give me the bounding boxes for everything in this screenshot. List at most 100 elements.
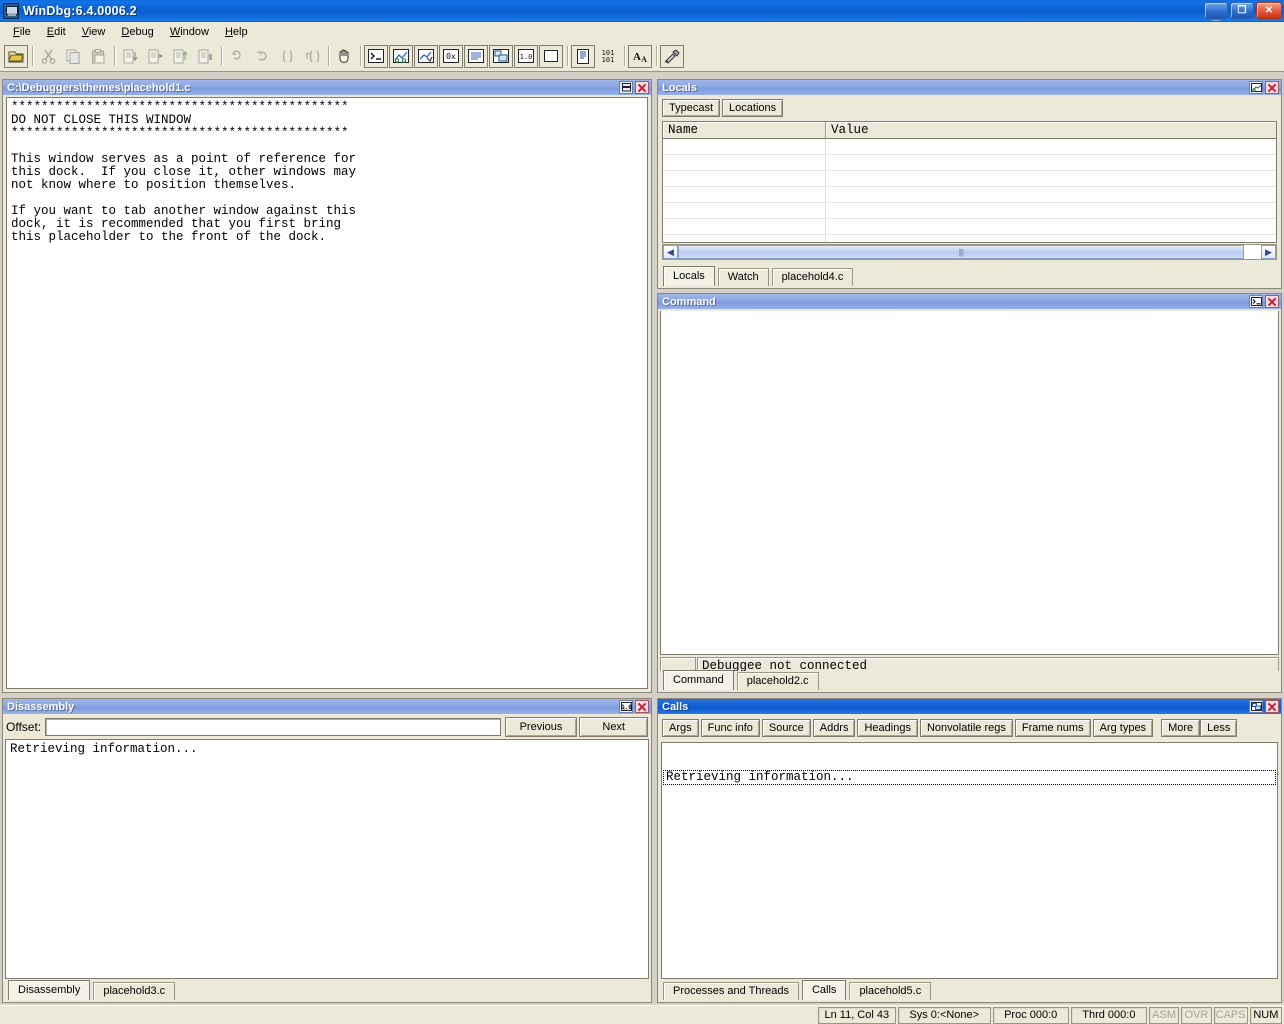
disassembly-window-icon[interactable]: 1.0: [514, 45, 538, 68]
locals-toolbar: Typecast Locations: [662, 99, 785, 117]
call-stack-window-icon-button[interactable]: [1249, 700, 1263, 713]
table-row[interactable]: [663, 203, 1276, 219]
source-window-title-bar[interactable]: C:\Debuggers\themes\placehold1.c: [3, 80, 651, 95]
tab-watch[interactable]: Watch: [718, 268, 769, 286]
locals-window-buttons: [1249, 80, 1279, 95]
less-button[interactable]: Less: [1200, 719, 1237, 737]
tab-locals[interactable]: Locals: [663, 266, 715, 286]
more-button[interactable]: More: [1161, 719, 1200, 737]
calls-content-line[interactable]: Retrieving information...: [663, 770, 1276, 785]
frame-nums-button[interactable]: Frame nums: [1015, 719, 1091, 737]
menu-view[interactable]: View: [74, 24, 114, 40]
func-info-button[interactable]: Func info: [701, 719, 760, 737]
column-header-name[interactable]: Name: [663, 122, 826, 138]
command-window-icon-button[interactable]: [1249, 295, 1263, 308]
scratch-pad-window-icon[interactable]: [539, 45, 563, 68]
close-button[interactable]: [1265, 81, 1279, 94]
nonvolatile-regs-button[interactable]: Nonvolatile regs: [920, 719, 1013, 737]
source-code-text[interactable]: ****************************************…: [6, 97, 648, 689]
menu-help[interactable]: Help: [217, 24, 256, 40]
close-button[interactable]: [1265, 295, 1279, 308]
memory-window-icon[interactable]: [464, 45, 488, 68]
addrs-button[interactable]: Addrs: [813, 719, 856, 737]
horizontal-scrollbar[interactable]: ◀ |||| ▶: [662, 244, 1277, 260]
close-button[interactable]: [1265, 700, 1279, 713]
registers-window-icon[interactable]: 0x: [439, 45, 463, 68]
table-row[interactable]: [663, 171, 1276, 187]
restore-button[interactable]: ❐: [1230, 2, 1254, 19]
locals-grid[interactable]: Name Value: [662, 121, 1277, 243]
tab-command[interactable]: Command: [663, 670, 734, 690]
assembly-mode-icon[interactable]: 101 101: [596, 45, 620, 68]
typecast-button[interactable]: Typecast: [662, 99, 720, 117]
disassembly-window-title-bar[interactable]: Disassembly 1.0: [3, 699, 651, 714]
table-row[interactable]: [663, 219, 1276, 235]
source-mode-icon[interactable]: [571, 45, 595, 68]
status-ovr: OVR: [1181, 1007, 1211, 1024]
locals-window-icon-button[interactable]: [1249, 81, 1263, 94]
calls-window-buttons: [1249, 699, 1279, 714]
tab-placehold3[interactable]: placehold3.c: [93, 982, 175, 1000]
source-window: C:\Debuggers\themes\placehold1.c *******…: [2, 79, 652, 693]
calls-text-area[interactable]: Retrieving information...: [661, 742, 1278, 979]
font-icon[interactable]: A A: [628, 45, 652, 68]
svg-text:1.0: 1.0: [520, 53, 533, 61]
tab-placehold5[interactable]: placehold5.c: [849, 982, 931, 1000]
command-tab-strip: Command placehold2.c: [659, 671, 1280, 690]
open-source-file-icon[interactable]: [4, 45, 28, 68]
offset-input[interactable]: [45, 718, 500, 736]
options-icon[interactable]: [660, 45, 684, 68]
toolbar-separator: [325, 45, 332, 68]
close-button[interactable]: [635, 700, 649, 713]
table-row[interactable]: [663, 235, 1276, 243]
locals-window-icon[interactable]: [414, 45, 438, 68]
headings-button[interactable]: Headings: [857, 719, 917, 737]
scrollbar-thumb[interactable]: ||||: [678, 245, 1244, 259]
tab-placehold4[interactable]: placehold4.c: [772, 268, 854, 286]
command-window-title-bar[interactable]: Command: [658, 294, 1281, 309]
tab-placehold2[interactable]: placehold2.c: [737, 672, 819, 690]
arg-types-button[interactable]: Arg types: [1093, 719, 1153, 737]
break-hand-icon[interactable]: [332, 45, 356, 68]
watch-window-icon[interactable]: [389, 45, 413, 68]
command-window-title: Command: [662, 296, 716, 308]
menu-window[interactable]: Window: [162, 24, 217, 40]
scroll-left-arrow[interactable]: ◀: [663, 245, 678, 259]
scrollbar-track[interactable]: ||||: [678, 245, 1261, 259]
calls-toolbar: Args Func info Source Addrs Headings Non…: [662, 719, 1239, 737]
command-output-text[interactable]: [660, 311, 1279, 655]
calls-window-title-bar[interactable]: Calls: [658, 699, 1281, 714]
table-row[interactable]: [663, 139, 1276, 155]
table-row[interactable]: [663, 187, 1276, 203]
command-window-icon[interactable]: [364, 45, 388, 68]
menu-debug[interactable]: Debug: [113, 24, 161, 40]
table-row[interactable]: [663, 155, 1276, 171]
next-button[interactable]: Next: [579, 717, 648, 737]
tab-processes-and-threads[interactable]: Processes and Threads: [663, 982, 799, 1000]
locals-tab-strip: Locals Watch placehold4.c: [659, 267, 1280, 286]
scroll-right-arrow[interactable]: ▶: [1261, 245, 1276, 259]
tab-calls[interactable]: Calls: [802, 980, 846, 1000]
disassembly-text[interactable]: Retrieving information...: [5, 739, 649, 979]
menu-file[interactable]: File: [5, 24, 39, 40]
maximize-restore-button[interactable]: [619, 81, 633, 94]
previous-button[interactable]: Previous: [505, 717, 578, 737]
command-window-buttons: [1249, 294, 1279, 309]
close-button[interactable]: ✕: [1256, 2, 1282, 19]
disassembly-window-icon-button[interactable]: 1.0: [619, 700, 633, 713]
disassembly-window-body: Offset: Previous Next Retrieving informa…: [4, 715, 650, 1001]
source-window-title: C:\Debuggers\themes\placehold1.c: [7, 82, 190, 94]
toolbar-separator: [29, 45, 36, 68]
source-button[interactable]: Source: [762, 719, 811, 737]
svg-text:A: A: [641, 55, 647, 64]
args-button[interactable]: Args: [662, 719, 699, 737]
locals-window-title-bar[interactable]: Locals: [658, 80, 1281, 95]
close-button[interactable]: [635, 81, 649, 94]
status-caps: CAPS: [1214, 1007, 1248, 1024]
minimize-button[interactable]: _: [1204, 2, 1228, 19]
column-header-value[interactable]: Value: [826, 122, 1276, 138]
locations-button[interactable]: Locations: [722, 99, 783, 117]
call-stack-window-icon[interactable]: [489, 45, 513, 68]
menu-edit[interactable]: Edit: [39, 24, 74, 40]
tab-disassembly[interactable]: Disassembly: [8, 980, 90, 1000]
